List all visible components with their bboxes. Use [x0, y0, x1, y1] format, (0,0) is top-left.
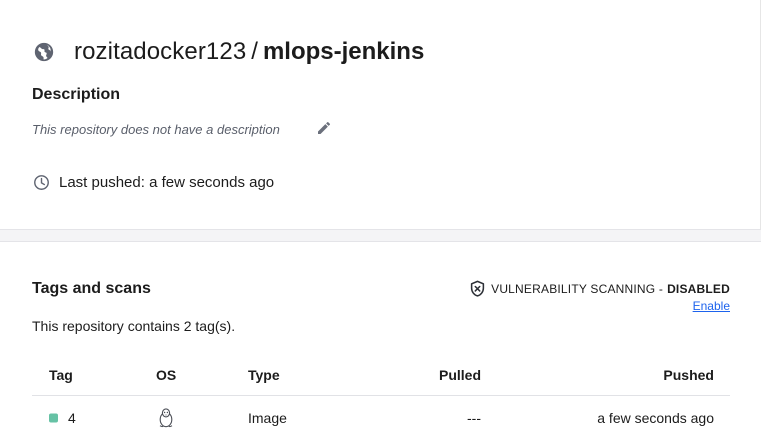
shield-icon — [469, 280, 486, 298]
tag-name-link[interactable]: 4 — [68, 410, 76, 426]
table-row: 4 Image --- a few seconds ago — [32, 396, 730, 437]
column-header-tag: Tag — [49, 366, 73, 383]
vulnerability-scanning-status: VULNERABILITY SCANNING - DISABLED — [469, 280, 730, 298]
repository-header-card: rozitadocker123 / mlops-jenkins Descript… — [0, 0, 761, 229]
pencil-icon[interactable] — [316, 120, 332, 136]
repo-namespace-link[interactable]: rozitadocker123 — [74, 38, 246, 66]
column-header-os: OS — [156, 366, 177, 383]
tag-status-dot — [49, 413, 58, 423]
tag-type: Image — [248, 410, 287, 426]
column-header-type: Type — [248, 366, 280, 383]
description-text: This repository does not have a descript… — [32, 122, 280, 137]
linux-tux-icon — [157, 408, 175, 429]
repo-title: rozitadocker123 / mlops-jenkins — [33, 36, 424, 68]
tag-pulled: --- — [467, 410, 481, 426]
repo-name: mlops-jenkins — [262, 38, 425, 65]
tag-pushed: a few seconds ago — [597, 410, 714, 426]
repo-separator: / — [251, 38, 258, 65]
column-header-pulled: Pulled — [438, 366, 481, 383]
clock-icon — [33, 174, 50, 191]
tags-table: Tag OS Type Pulled Pushed 4 Image --- a … — [32, 354, 730, 437]
description-heading: Description — [32, 86, 121, 103]
scan-label: VULNERABILITY SCANNING - — [491, 282, 664, 296]
enable-scanning-link[interactable]: Enable — [693, 299, 730, 313]
column-header-pushed: Pushed — [663, 366, 714, 383]
table-header-row: Tag OS Type Pulled Pushed — [32, 354, 730, 396]
last-pushed: Last pushed: a few seconds ago — [33, 174, 274, 191]
last-pushed-text: Last pushed: a few seconds ago — [59, 174, 275, 191]
scan-status-value: DISABLED — [667, 282, 730, 296]
tags-heading: Tags and scans — [32, 280, 151, 297]
tags-count-text: This repository contains 2 tag(s). — [32, 318, 236, 334]
globe-icon — [33, 41, 55, 63]
section-divider — [0, 229, 761, 242]
